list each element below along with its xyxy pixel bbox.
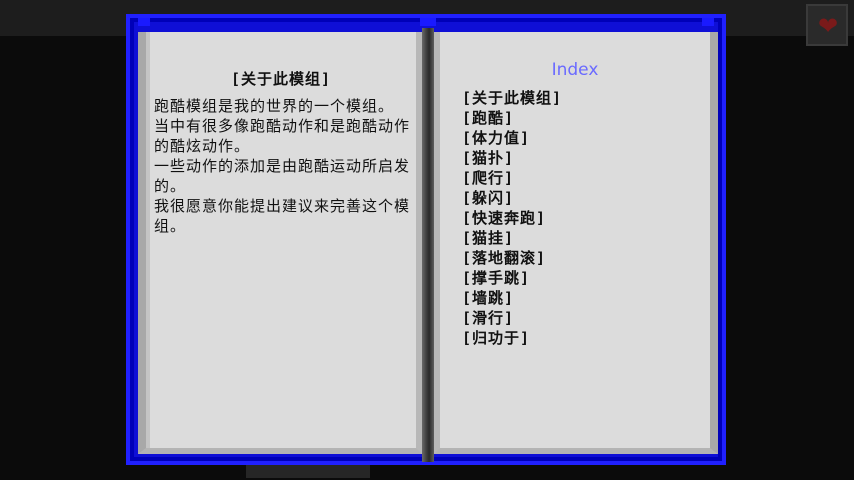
- left-page: [关于此模组] 跑酷模组是我的世界的一个模组。 当中有很多像跑酷动作和是跑酷动作…: [138, 32, 422, 454]
- index-item-crawl[interactable]: [爬行]: [462, 168, 562, 188]
- index-item-wall-jump[interactable]: [墙跳]: [462, 288, 562, 308]
- page-body: 跑酷模组是我的世界的一个模组。 当中有很多像跑酷动作和是跑酷动作的酷炫动作。 一…: [154, 96, 410, 236]
- book-spine: [422, 28, 434, 462]
- index-item-parkour[interactable]: [跑酷]: [462, 108, 562, 128]
- index-item-fast-run[interactable]: [快速奔跑]: [462, 208, 562, 228]
- paragraph: 我很愿意你能提出建议来完善这个模组。: [154, 197, 411, 235]
- paragraph: 一些动作的添加是由跑酷运动所启发的。: [154, 157, 411, 195]
- book-corner: [702, 18, 714, 26]
- index-item-slide[interactable]: [滑行]: [462, 308, 562, 328]
- page-edge: [146, 32, 150, 448]
- right-page: Index [关于此模组] [跑酷] [体力值] [猫扑] [爬行] [躲闪] …: [434, 32, 718, 454]
- book-spine-top: [420, 18, 436, 26]
- guide-book: [关于此模组] 跑酷模组是我的世界的一个模组。 当中有很多像跑酷动作和是跑酷动作…: [126, 14, 726, 465]
- index-item-vault[interactable]: [撑手跳]: [462, 268, 562, 288]
- hud-slot: ❤: [806, 4, 848, 46]
- paragraph: 当中有很多像跑酷动作和是跑酷动作的酷炫动作。: [154, 117, 411, 155]
- index-item-stamina[interactable]: [体力值]: [462, 128, 562, 148]
- index-item-cat-leap[interactable]: [猫扑]: [462, 148, 562, 168]
- index-item-about[interactable]: [关于此模组]: [462, 88, 562, 108]
- game-scene: ❤ [关于此模组] 跑酷模组是我的世界的一个模组。 当中有很多像跑酷动作和是跑酷…: [0, 0, 854, 480]
- heart-icon: ❤: [817, 12, 839, 40]
- index-item-credits[interactable]: [归功于]: [462, 328, 562, 348]
- page-title: [关于此模组]: [230, 70, 332, 88]
- index-list: [关于此模组] [跑酷] [体力值] [猫扑] [爬行] [躲闪] [快速奔跑]…: [462, 88, 562, 348]
- index-item-breakfall[interactable]: [落地翻滚]: [462, 248, 562, 268]
- paragraph: 跑酷模组是我的世界的一个模组。: [154, 97, 395, 115]
- index-item-cling[interactable]: [猫挂]: [462, 228, 562, 248]
- book-corner: [138, 18, 150, 26]
- index-item-dodge[interactable]: [躲闪]: [462, 188, 562, 208]
- index-title: Index: [551, 60, 599, 80]
